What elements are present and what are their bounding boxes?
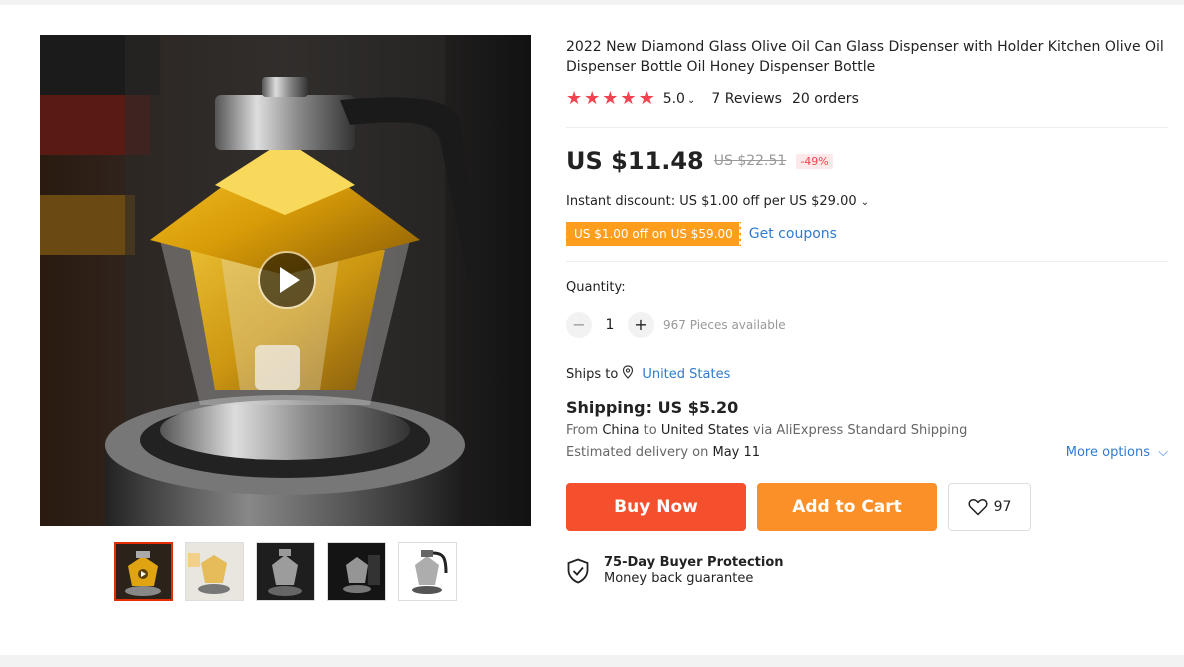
main-product-image[interactable]	[40, 35, 531, 526]
more-options-text: More options	[1065, 445, 1150, 460]
estimated-delivery: Estimated delivery on May 11	[566, 445, 760, 460]
ships-to-country-link[interactable]: United States	[642, 367, 730, 382]
shield-check-icon	[566, 558, 594, 584]
quantity-input[interactable]: 1	[592, 317, 628, 333]
shipping-route: From China to United States via AliExpre…	[566, 423, 967, 438]
orders-count: 20 orders	[791, 91, 859, 107]
thumbnail-2[interactable]	[185, 542, 244, 601]
current-price: US $11.48	[566, 147, 704, 175]
quantity-plus-button[interactable]: +	[628, 312, 654, 338]
thumbnail-4[interactable]	[327, 542, 386, 601]
heart-icon	[968, 498, 988, 516]
rating-number: 5.0	[662, 91, 685, 107]
shipping-method: via AliExpress Standard Shipping	[753, 423, 968, 438]
to-country: United States	[660, 423, 749, 438]
instant-discount-text: Instant discount: US $1.00 off per US $2…	[566, 194, 857, 209]
stock-available: 967 Pieces available	[663, 318, 786, 332]
protection-title: 75-Day Buyer Protection	[604, 555, 784, 570]
ships-to-row: Ships to United States	[566, 365, 730, 383]
add-to-cart-button[interactable]: Add to Cart	[757, 483, 937, 531]
thumbnail-strip	[114, 542, 457, 601]
action-buttons: Buy Now Add to Cart 97	[566, 483, 1031, 531]
chevron-down-icon: ⌄	[686, 95, 696, 106]
protection-subtitle: Money back guarantee	[604, 571, 754, 586]
chevron-down-icon: ⌵	[1158, 445, 1168, 460]
discount-badge: -49%	[796, 153, 833, 169]
location-pin-icon	[622, 365, 638, 383]
chevron-down-icon: ⌄	[860, 197, 870, 208]
shipping-cost: Shipping: US $5.20	[566, 398, 739, 417]
star-icon: ★	[620, 88, 637, 109]
buy-now-button[interactable]: Buy Now	[566, 483, 746, 531]
bottom-bar	[0, 655, 1184, 667]
star-icon: ★	[602, 88, 619, 109]
instant-discount[interactable]: Instant discount: US $1.00 off per US $2…	[566, 194, 869, 209]
delivery-prefix: Estimated delivery on	[566, 445, 709, 460]
coupon-tag[interactable]: US $1.00 off on US $59.00	[564, 222, 743, 246]
wishlist-count: 97	[993, 499, 1012, 515]
to-word: to	[643, 423, 657, 438]
quantity-minus-button[interactable]: −	[566, 312, 592, 338]
divider	[566, 261, 1168, 262]
from-prefix: From	[566, 423, 599, 438]
from-country: China	[602, 423, 640, 438]
buyer-protection: 75-Day Buyer Protection Money back guara…	[566, 555, 784, 587]
original-price: US $22.51	[713, 153, 787, 169]
product-title: 2022 New Diamond Glass Olive Oil Can Gla…	[566, 39, 1164, 75]
product-photo	[40, 35, 531, 526]
thumbnail-1[interactable]	[114, 542, 173, 601]
rating-value[interactable]: 5.0 ⌄	[663, 91, 696, 107]
star-icon: ★	[584, 88, 601, 109]
thumbnail-5[interactable]	[398, 542, 457, 601]
top-bar	[0, 0, 1184, 5]
more-options-link[interactable]: More options ⌵	[1066, 445, 1168, 460]
wishlist-button[interactable]: 97	[948, 483, 1031, 531]
quantity-label: Quantity:	[566, 280, 626, 295]
divider	[566, 127, 1168, 128]
rating-row: ★ ★ ★ ★ ★ 5.0 ⌄ 7 Reviews 20 orders	[566, 90, 859, 108]
rating-stars: ★ ★ ★ ★ ★	[566, 90, 655, 108]
thumbnail-3[interactable]	[256, 542, 315, 601]
delivery-date: May 11	[712, 445, 761, 460]
ships-to-label: Ships to	[566, 366, 619, 382]
price-row: US $11.48 US $22.51 -49%	[566, 147, 833, 175]
quantity-stepper: − 1 + 967 Pieces available	[566, 312, 786, 338]
coupon-row: US $1.00 off on US $59.00 Get coupons	[564, 222, 837, 246]
star-icon: ★	[638, 88, 655, 109]
reviews-link[interactable]: 7 Reviews	[711, 91, 782, 107]
get-coupons-link[interactable]: Get coupons	[749, 226, 837, 242]
star-icon: ★	[566, 88, 583, 109]
